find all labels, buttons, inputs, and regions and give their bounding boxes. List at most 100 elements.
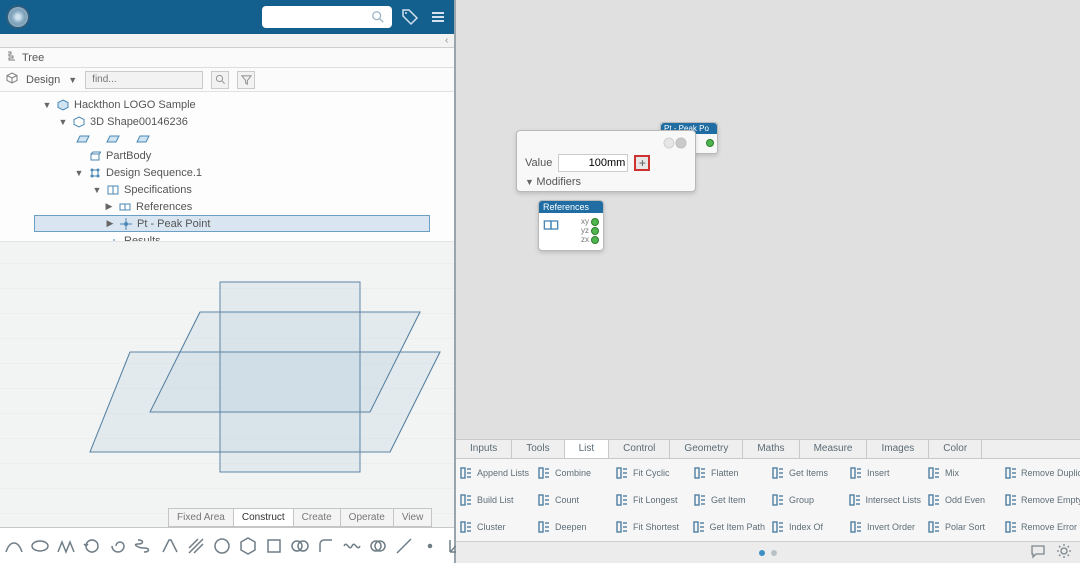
tree-planes-row[interactable] xyxy=(6,130,454,147)
tree-shape[interactable]: ▼ 3D Shape00146236 xyxy=(6,113,454,130)
cat-measure[interactable]: Measure xyxy=(800,440,868,458)
node-references[interactable]: References xy yz zx xyxy=(538,200,604,251)
compass-icon[interactable] xyxy=(6,5,30,29)
plane-yz-icon[interactable] xyxy=(106,132,120,146)
tree-peak-point[interactable]: ▶ Pt - Peak Point xyxy=(34,215,430,232)
search-input[interactable] xyxy=(268,10,369,24)
tool-wave-icon[interactable] xyxy=(342,534,362,558)
cat-tools[interactable]: Tools xyxy=(512,440,564,458)
tree-results[interactable]: ▶ Results xyxy=(6,232,454,242)
palette-item[interactable]: Get Items xyxy=(768,466,846,480)
palette-item[interactable]: Cluster xyxy=(456,520,534,534)
tool-point-icon[interactable] xyxy=(420,534,440,558)
palette-item[interactable]: Intersect Lists xyxy=(846,493,924,507)
dropdown-arrow-icon[interactable]: ▼ xyxy=(68,75,77,85)
menu-icon[interactable] xyxy=(428,7,448,27)
modifiers-toggle[interactable]: ▼ xyxy=(525,177,536,187)
expand-arrow-icon[interactable]: ▶ xyxy=(104,201,114,212)
cat-inputs[interactable]: Inputs xyxy=(456,440,512,458)
palette-item[interactable]: Odd Even xyxy=(924,493,1002,507)
palette-item[interactable]: Flatten xyxy=(690,466,768,480)
tool-helix-icon[interactable] xyxy=(134,534,154,558)
tree-designseq[interactable]: ▼ Design Sequence.1 xyxy=(6,164,454,181)
palette-item[interactable]: Get Item xyxy=(690,493,768,507)
tree-tab-label[interactable]: Tree xyxy=(22,52,44,64)
value-plus-button[interactable]: + xyxy=(634,155,650,171)
filter-button[interactable] xyxy=(237,71,255,89)
cat-images[interactable]: Images xyxy=(867,440,929,458)
vtab-construct[interactable]: Construct xyxy=(234,509,294,526)
output-port-xy[interactable] xyxy=(591,218,599,226)
cat-maths[interactable]: Maths xyxy=(743,440,799,458)
palette-item[interactable]: Group xyxy=(768,493,846,507)
palette-item[interactable]: Get Item Path xyxy=(690,520,768,534)
tool-square-icon[interactable] xyxy=(264,534,284,558)
expand-arrow-icon[interactable]: ▼ xyxy=(92,185,102,195)
palette-item[interactable]: Remove Error xyxy=(1002,520,1080,534)
palette-item[interactable]: Invert Order xyxy=(846,520,924,534)
output-port[interactable] xyxy=(706,139,714,147)
cat-geometry[interactable]: Geometry xyxy=(670,440,743,458)
search-icon[interactable] xyxy=(369,7,386,27)
cat-control[interactable]: Control xyxy=(609,440,670,458)
output-port-zx[interactable] xyxy=(591,236,599,244)
tool-zigzag-icon[interactable] xyxy=(56,534,76,558)
tree-root[interactable]: ▼ Hackthon LOGO Sample xyxy=(6,96,454,113)
settings-icon[interactable] xyxy=(1056,543,1072,562)
tool-boolean-icon[interactable] xyxy=(368,534,388,558)
palette-item[interactable]: Fit Longest xyxy=(612,493,690,507)
tool-loop-icon[interactable] xyxy=(82,534,102,558)
palette-item[interactable]: Index Of xyxy=(768,520,846,534)
palette-item[interactable]: Remove Empty xyxy=(1002,493,1080,507)
expand-arrow-icon[interactable]: ▼ xyxy=(58,117,68,127)
vtab-fixed-area[interactable]: Fixed Area xyxy=(169,509,234,526)
find-go-button[interactable] xyxy=(211,71,229,89)
cat-list[interactable]: List xyxy=(565,440,610,458)
vtab-view[interactable]: View xyxy=(394,509,432,526)
tool-rings-icon[interactable] xyxy=(290,534,310,558)
tool-spline-icon[interactable] xyxy=(4,534,24,558)
chat-icon[interactable] xyxy=(1030,543,1046,562)
tree-partbody[interactable]: ▶ PartBody xyxy=(6,147,454,164)
page-dot-1[interactable] xyxy=(759,550,765,556)
output-port-yz[interactable] xyxy=(591,227,599,235)
expand-arrow-icon[interactable]: ▼ xyxy=(42,100,52,110)
palette-item[interactable]: Mix xyxy=(924,466,1002,480)
palette-item[interactable]: Count xyxy=(534,493,612,507)
palette-item[interactable]: Deepen xyxy=(534,520,612,534)
tool-ellipse-icon[interactable] xyxy=(30,534,50,558)
search-box[interactable] xyxy=(262,6,392,28)
design-mode-label[interactable]: Design xyxy=(26,74,60,86)
find-box[interactable] xyxy=(85,71,203,89)
cat-color[interactable]: Color xyxy=(929,440,982,458)
find-input[interactable] xyxy=(90,73,198,86)
tree-specs[interactable]: ▼ Specifications xyxy=(6,181,454,198)
value-input[interactable] xyxy=(558,154,628,172)
palette-item[interactable]: Append Lists xyxy=(456,466,534,480)
palette-item[interactable]: Fit Cyclic xyxy=(612,466,690,480)
tool-hatch-icon[interactable] xyxy=(186,534,206,558)
viewport-3d[interactable]: Fixed Area Construct Create Operate View xyxy=(0,242,454,563)
palette-item[interactable]: Combine xyxy=(534,466,612,480)
palette-item[interactable]: Insert xyxy=(846,466,924,480)
palette-item[interactable]: Polar Sort xyxy=(924,520,1002,534)
palette-item[interactable]: Build List xyxy=(456,493,534,507)
tool-circle-icon[interactable] xyxy=(212,534,232,558)
plane-xy-icon[interactable] xyxy=(76,132,90,146)
tag-icon[interactable] xyxy=(400,7,420,27)
page-dot-2[interactable] xyxy=(771,550,777,556)
palette-item[interactable]: Remove Duplicates xyxy=(1002,466,1080,480)
tool-swirl-icon[interactable] xyxy=(108,534,128,558)
node-value[interactable]: Value + ▼ Modifiers xyxy=(516,130,696,192)
expand-arrow-icon[interactable]: ▼ xyxy=(74,168,84,178)
tool-corner-icon[interactable] xyxy=(316,534,336,558)
tool-line-icon[interactable] xyxy=(394,534,414,558)
pager[interactable] xyxy=(759,550,777,556)
collapse-strip[interactable]: ‹ xyxy=(0,34,454,48)
graph-canvas[interactable]: Pt - Peak Po z Value + xyxy=(456,0,1080,439)
tool-hexagon-icon[interactable] xyxy=(238,534,258,558)
tool-sweep-icon[interactable] xyxy=(160,534,180,558)
tree-refs[interactable]: ▶ References xyxy=(6,198,454,215)
expand-arrow-icon[interactable]: ▶ xyxy=(105,218,115,229)
plane-zx-icon[interactable] xyxy=(136,132,150,146)
